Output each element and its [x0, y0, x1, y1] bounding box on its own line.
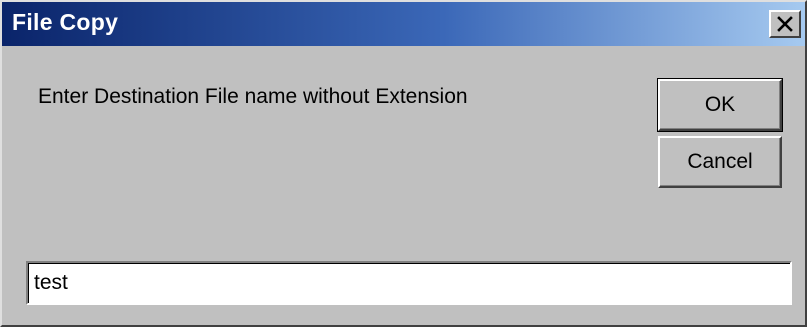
close-icon [776, 16, 794, 32]
window-title: File Copy [12, 9, 119, 35]
file-copy-dialog: File Copy Enter Destination File name wi… [0, 0, 807, 327]
close-button[interactable] [769, 10, 801, 38]
title-bar[interactable]: File Copy [2, 2, 805, 46]
destination-filename-input[interactable] [26, 261, 792, 305]
ok-button[interactable]: OK [657, 78, 783, 132]
prompt-label: Enter Destination File name without Exte… [38, 85, 468, 108]
cancel-button[interactable]: Cancel [658, 136, 782, 188]
